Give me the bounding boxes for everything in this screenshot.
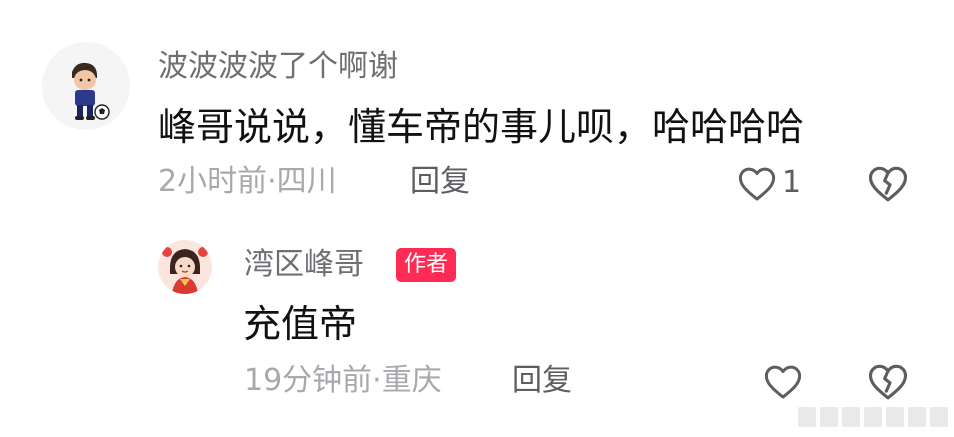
watermark <box>798 407 948 427</box>
cartoon-girl-avatar-icon <box>158 240 212 294</box>
like-button[interactable] <box>738 166 776 202</box>
heart-outline-icon <box>764 365 802 399</box>
like-count: 1 <box>782 165 802 200</box>
like-button[interactable] <box>764 364 802 400</box>
user-avatar[interactable] <box>42 42 130 130</box>
reply-username[interactable]: 湾区峰哥 <box>244 250 364 280</box>
dislike-button[interactable] <box>868 165 908 203</box>
reply-button[interactable]: 回复 <box>512 366 572 396</box>
reply-text: 充值帝 <box>243 302 358 346</box>
reply-button[interactable]: 回复 <box>410 167 470 197</box>
author-badge: 作者 <box>396 248 457 282</box>
broken-heart-icon <box>868 166 908 202</box>
comment-username[interactable]: 波波波波了个啊谢 <box>158 52 398 82</box>
user-avatar[interactable] <box>158 240 212 294</box>
comment-meta: 2小时前·四川 <box>158 164 337 199</box>
heart-outline-icon <box>738 167 776 201</box>
reply-meta: 19分钟前·重庆 <box>244 363 442 398</box>
boy-soccer-avatar-icon <box>42 42 130 130</box>
broken-heart-icon <box>868 364 908 400</box>
comment-text: 峰哥说说，懂车帝的事儿呗，哈哈哈哈 <box>158 105 805 149</box>
dislike-button[interactable] <box>868 363 908 401</box>
